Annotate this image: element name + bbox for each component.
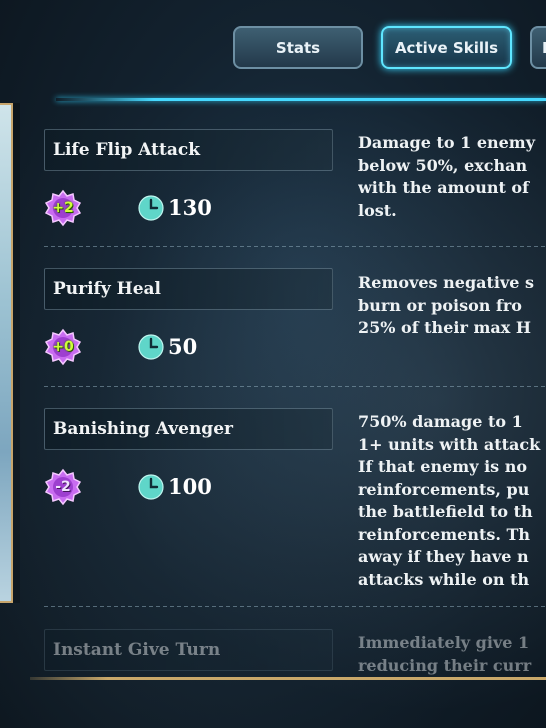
description-line: the battlefield to th (358, 502, 533, 521)
header-divider (56, 98, 546, 101)
skill-name: Instant Give Turn (44, 629, 333, 671)
clock-icon (138, 195, 164, 221)
tab-stats[interactable]: Stats (233, 26, 363, 69)
cost-badge: +0 (44, 328, 82, 366)
description-line: 1+ units with attack (358, 434, 541, 454)
skill-description: Removes negative s burn or poison fro 25… (358, 272, 546, 340)
cooldown-value: 130 (168, 195, 212, 220)
skill-divider (44, 386, 546, 387)
description-line: reducing their curr (358, 655, 532, 675)
description-line: lost. (358, 200, 397, 220)
skill-name: Banishing Avenger (44, 408, 333, 450)
description-line: below 50%, exchan (358, 155, 528, 175)
cost-value: +0 (52, 339, 74, 355)
description-line: 25% of their max H (358, 318, 531, 337)
description-line: Damage to 1 enemy (358, 133, 536, 152)
cooldown-value: 50 (168, 334, 198, 359)
cost-value: -2 (55, 479, 71, 495)
description-line: reinforcements, pu (358, 479, 530, 499)
skill-description: 750% damage to 1 1+ units with attack If… (358, 411, 546, 591)
description-line: away if they have n (358, 547, 529, 566)
description-line: with the amount of (358, 178, 529, 197)
skill-description: Immediately give 1 reducing their curr (358, 632, 546, 677)
description-line: 750% damage to 1 (358, 412, 523, 431)
cost-value: +2 (52, 200, 74, 216)
footer-divider (30, 677, 546, 680)
cost-badge: +2 (44, 189, 82, 227)
skill-divider (44, 606, 546, 607)
description-line: burn or poison fro (358, 295, 522, 315)
skill-divider (44, 246, 546, 247)
skill-name: Life Flip Attack (44, 129, 333, 171)
skill-name: Purify Heal (44, 268, 333, 310)
description-line: reinforcements. Th (358, 524, 531, 544)
description-line: Immediately give 1 (358, 633, 530, 652)
character-card[interactable] (0, 103, 13, 603)
tab-partial[interactable]: P (530, 26, 546, 69)
clock-icon (138, 474, 164, 500)
tab-active-skills[interactable]: Active Skills (381, 26, 512, 69)
description-line: If that enemy is no (358, 457, 528, 476)
cooldown-value: 100 (168, 474, 212, 499)
skill-description: Damage to 1 enemy below 50%, exchan with… (358, 132, 546, 222)
description-line: attacks while on th (358, 569, 530, 589)
clock-icon (138, 334, 164, 360)
cost-badge: -2 (44, 468, 82, 506)
description-line: Removes negative s (358, 273, 535, 292)
